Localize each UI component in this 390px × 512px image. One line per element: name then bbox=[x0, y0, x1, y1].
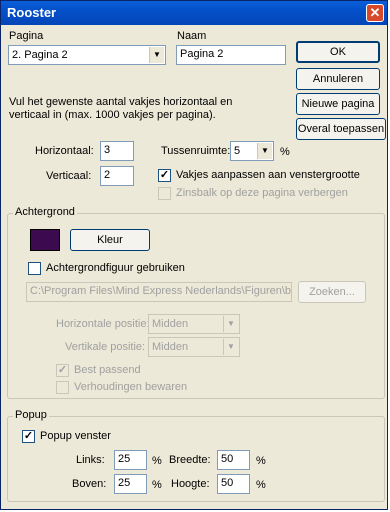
vakjes-aanpassen-label: Vakjes aanpassen aan venstergrootte bbox=[176, 169, 360, 181]
pagina-select[interactable]: 2. Pagina 2 ▼ bbox=[8, 45, 166, 65]
verhoudingen-label: Verhoudingen bewaren bbox=[74, 381, 188, 393]
close-icon[interactable]: ✕ bbox=[366, 4, 384, 22]
links-label: Links: bbox=[76, 454, 105, 466]
zinsbalk-label: Zinsbalk op deze pagina verbergen bbox=[176, 187, 348, 199]
achtergrondfiguur-path: C:\Program Files\Mind Express Nederlands… bbox=[26, 282, 292, 302]
verticaal-input[interactable]: 2 bbox=[100, 166, 134, 186]
vertikale-positie-label: Vertikale positie: bbox=[65, 341, 146, 353]
boven-unit: % bbox=[152, 479, 162, 491]
instruction-line-2: verticaal in (max. 1000 vakjes per pagin… bbox=[9, 109, 216, 121]
pagina-value: 2. Pagina 2 bbox=[12, 49, 68, 61]
breedte-unit: % bbox=[256, 455, 266, 467]
verhoudingen-checkbox bbox=[56, 381, 69, 394]
best-passend-label: Best passend bbox=[74, 364, 141, 376]
ok-button[interactable]: OK bbox=[296, 41, 380, 63]
chevron-down-icon: ▼ bbox=[223, 316, 238, 332]
horizontaal-label: Horizontaal: bbox=[35, 145, 94, 157]
background-color-swatch bbox=[30, 229, 60, 251]
vakjes-aanpassen-checkbox[interactable]: ✓ bbox=[158, 169, 171, 182]
popup-venster-checkbox[interactable]: ✓ bbox=[22, 430, 35, 443]
boven-label: Boven: bbox=[72, 478, 107, 490]
vertikale-positie-value: Midden bbox=[152, 341, 189, 353]
achtergrondfiguur-checkbox[interactable] bbox=[28, 262, 41, 275]
naam-input[interactable]: Pagina 2 bbox=[176, 45, 286, 65]
achtergrondfiguur-label: Achtergrondfiguur gebruiken bbox=[46, 262, 185, 274]
verticaal-label: Verticaal: bbox=[46, 170, 92, 182]
links-unit: % bbox=[152, 455, 162, 467]
links-input[interactable]: 25 bbox=[114, 450, 147, 470]
window-title: Rooster bbox=[7, 5, 57, 20]
boven-input[interactable]: 25 bbox=[114, 474, 147, 494]
overal-toepassen-button[interactable]: Overal toepassen bbox=[296, 118, 386, 140]
breedte-label: Breedte: bbox=[169, 454, 211, 466]
zinsbalk-checkbox bbox=[158, 187, 171, 200]
horizontale-positie-label: Horizontale positie: bbox=[56, 318, 150, 330]
popup-group-label: Popup bbox=[13, 409, 49, 421]
naam-label: Naam bbox=[177, 30, 207, 42]
tussenruimte-unit: % bbox=[280, 146, 290, 158]
instruction-line-1: Vul het gewenste aantal vakjes horizonta… bbox=[9, 96, 233, 108]
best-passend-checkbox: ✓ bbox=[56, 364, 69, 377]
breedte-input[interactable]: 50 bbox=[217, 450, 250, 470]
hoogte-input[interactable]: 50 bbox=[217, 474, 250, 494]
nieuwe-pagina-button[interactable]: Nieuwe pagina bbox=[296, 93, 380, 115]
rooster-dialog: Rooster ✕ Pagina 2. Pagina 2 ▼ Naam Pagi… bbox=[0, 0, 388, 510]
tussenruimte-value: 5 bbox=[234, 145, 241, 157]
horizontaal-input[interactable]: 3 bbox=[100, 141, 134, 161]
zoeken-button: Zoeken... bbox=[298, 281, 366, 303]
chevron-down-icon[interactable]: ▼ bbox=[257, 143, 272, 159]
horizontale-positie-value: Midden bbox=[152, 318, 189, 330]
chevron-down-icon[interactable]: ▼ bbox=[149, 47, 164, 63]
pagina-label: Pagina bbox=[9, 30, 44, 42]
kleur-button[interactable]: Kleur bbox=[70, 229, 150, 251]
vertikale-positie-select: Midden ▼ bbox=[148, 337, 240, 357]
hoogte-label: Hoogte: bbox=[171, 478, 210, 490]
annuleren-button[interactable]: Annuleren bbox=[296, 68, 380, 90]
tussenruimte-select[interactable]: 5 ▼ bbox=[230, 141, 274, 161]
popup-venster-label: Popup venster bbox=[40, 430, 111, 442]
title-bar: Rooster ✕ bbox=[1, 1, 387, 25]
tussenruimte-label: Tussenruimte: bbox=[161, 145, 231, 157]
horizontale-positie-select: Midden ▼ bbox=[148, 314, 240, 334]
achtergrond-group-label: Achtergrond bbox=[13, 206, 77, 218]
chevron-down-icon: ▼ bbox=[223, 339, 238, 355]
hoogte-unit: % bbox=[256, 479, 266, 491]
